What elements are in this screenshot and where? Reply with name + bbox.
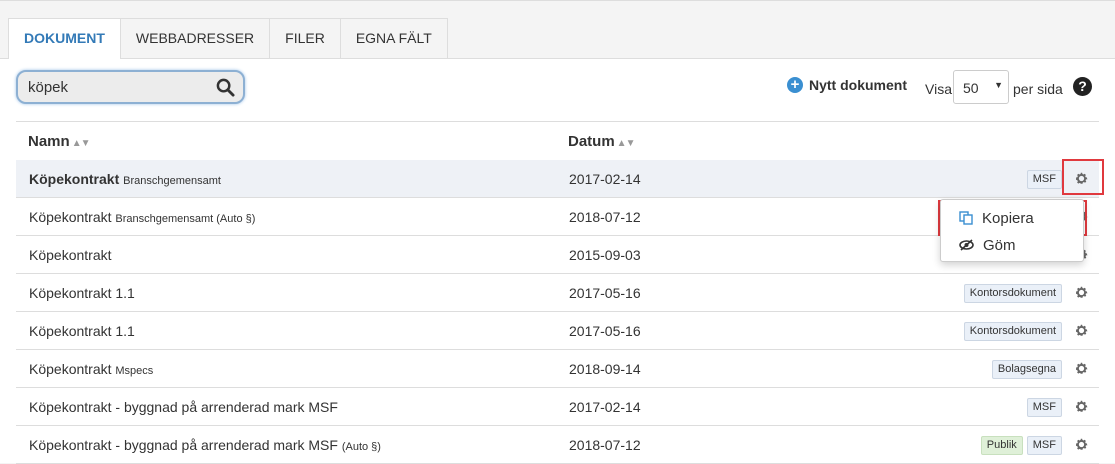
- document-title: Köpekontrakt: [29, 209, 112, 225]
- table-row[interactable]: Köpekontrakt 1.1 2017-05-16 Kontorsdokume…: [16, 312, 1099, 350]
- per-page-value: 50: [963, 80, 979, 96]
- document-badges: Publik MSF: [980, 436, 1062, 455]
- copy-icon: [959, 211, 973, 225]
- document-subtitle: (Auto §): [341, 441, 381, 453]
- gear-icon[interactable]: [1074, 361, 1089, 376]
- document-badges: Bolagsegna: [991, 360, 1062, 379]
- tag-badge: Publik: [980, 436, 1023, 455]
- per-page-select[interactable]: 50 ▼: [953, 70, 1009, 104]
- document-title: Köpekontrakt - byggnad på arrenderad mar…: [29, 399, 338, 415]
- table-row[interactable]: Köpekontrakt - byggnad på arrenderad mar…: [16, 426, 1099, 464]
- per-page-suffix: per sida: [1013, 81, 1063, 97]
- document-badges: MSF: [1026, 170, 1062, 189]
- help-icon[interactable]: ?: [1073, 77, 1092, 96]
- tag-badge: Kontorsdokument: [963, 284, 1062, 303]
- sort-icon: ▲▼: [71, 138, 91, 149]
- document-table-body: Köpekontrakt Branschgemensamt 2017-02-14 M…: [16, 160, 1099, 464]
- gear-icon[interactable]: [1074, 171, 1089, 186]
- document-badges: Kontorsdokument: [963, 322, 1062, 341]
- document-name[interactable]: Köpekontrakt 1.1: [29, 285, 135, 301]
- document-name[interactable]: Köpekontrakt - byggnad på arrenderad mar…: [29, 399, 338, 415]
- document-date: 2018-07-12: [569, 437, 641, 453]
- column-header-date[interactable]: Datum ▲▼: [568, 133, 636, 150]
- top-border: [0, 0, 1115, 4]
- document-title: Köpekontrakt: [29, 361, 112, 377]
- gear-icon[interactable]: [1074, 285, 1089, 300]
- document-name[interactable]: Köpekontrakt Mspecs: [29, 361, 153, 377]
- search-icon[interactable]: [216, 78, 235, 97]
- document-name[interactable]: Köpekontrakt: [29, 247, 112, 263]
- tag-badge: MSF: [1026, 398, 1062, 417]
- document-title: Köpekontrakt: [29, 247, 112, 263]
- gear-icon[interactable]: [1074, 323, 1089, 338]
- document-badges: Kontorsdokument: [963, 284, 1062, 303]
- document-name[interactable]: Köpekontrakt Branschgemensamt: [29, 171, 221, 187]
- document-date: 2018-07-12: [569, 209, 641, 225]
- document-title: Köpekontrakt 1.1: [29, 285, 135, 301]
- tab-bar: DOKUMENT WEBBADRESSER FILER EGNA FÄLT: [8, 18, 448, 59]
- document-date: 2017-02-14: [569, 399, 641, 415]
- copy-label: Kopiera: [982, 209, 1034, 227]
- document-subtitle: Branschgemensamt (Auto §): [115, 213, 256, 225]
- tag-badge: Kontorsdokument: [963, 322, 1062, 341]
- new-document-label: Nytt dokument: [809, 77, 907, 93]
- table-row[interactable]: Köpekontrakt Mspecs 2018-09-14 Bolagsegna: [16, 350, 1099, 388]
- tab-dokument[interactable]: DOKUMENT: [8, 18, 121, 59]
- show-label: Visa: [925, 81, 952, 97]
- tag-badge: Bolagsegna: [991, 360, 1062, 379]
- document-date: 2015-09-03: [569, 247, 641, 263]
- tag-badge: MSF: [1026, 170, 1062, 189]
- document-date: 2017-05-16: [569, 285, 641, 301]
- document-subtitle: Branschgemensamt: [123, 175, 221, 187]
- caret-down-icon: ▼: [994, 80, 1003, 90]
- copy-menu-item[interactable]: Kopiera: [959, 206, 1034, 230]
- document-date: 2017-05-16: [569, 323, 641, 339]
- document-name[interactable]: Köpekontrakt - byggnad på arrenderad mar…: [29, 437, 381, 453]
- table-row[interactable]: Köpekontrakt 1.1 2017-05-16 Kontorsdokume…: [16, 274, 1099, 312]
- document-name[interactable]: Köpekontrakt Branschgemensamt (Auto §): [29, 209, 255, 225]
- eye-slash-icon: [959, 239, 974, 251]
- row-actions-menu: Kopiera Göm: [940, 199, 1084, 262]
- table-row[interactable]: Köpekontrakt Branschgemensamt (Auto §) 20…: [16, 198, 1099, 236]
- gear-icon[interactable]: [1074, 437, 1089, 452]
- document-title: Köpekontrakt 1.1: [29, 323, 135, 339]
- document-name[interactable]: Köpekontrakt 1.1: [29, 323, 135, 339]
- column-header-name[interactable]: Namn ▲▼: [28, 133, 91, 150]
- column-name-label: Namn: [28, 133, 70, 150]
- table-row[interactable]: Köpekontrakt 2015-09-03: [16, 236, 1099, 274]
- search-input[interactable]: [28, 72, 208, 102]
- search-box[interactable]: [16, 70, 245, 104]
- document-date: 2017-02-14: [569, 171, 641, 187]
- document-badges: MSF: [1026, 398, 1062, 417]
- hide-label: Göm: [983, 236, 1016, 254]
- document-title: Köpekontrakt: [29, 171, 120, 187]
- column-date-label: Datum: [568, 133, 615, 150]
- tab-webbadresser[interactable]: WEBBADRESSER: [119, 18, 271, 58]
- document-title: Köpekontrakt - byggnad på arrenderad mar…: [29, 437, 338, 453]
- table-row[interactable]: Köpekontrakt - byggnad på arrenderad mar…: [16, 388, 1099, 426]
- plus-circle-icon: +: [787, 77, 803, 93]
- hide-menu-item[interactable]: Göm: [959, 233, 1016, 257]
- new-document-button[interactable]: + Nytt dokument: [787, 77, 907, 93]
- table-row[interactable]: Köpekontrakt Branschgemensamt 2017-02-14 M…: [16, 160, 1099, 198]
- tab-egna-falt[interactable]: EGNA FÄLT: [339, 18, 448, 58]
- document-subtitle: Mspecs: [115, 365, 154, 377]
- document-date: 2018-09-14: [569, 361, 641, 377]
- table-header: Namn ▲▼ Datum ▲▼: [16, 121, 1099, 162]
- tab-filer[interactable]: FILER: [269, 18, 341, 58]
- sort-icon: ▲▼: [616, 138, 636, 149]
- tag-badge: MSF: [1026, 436, 1062, 455]
- gear-icon[interactable]: [1074, 399, 1089, 414]
